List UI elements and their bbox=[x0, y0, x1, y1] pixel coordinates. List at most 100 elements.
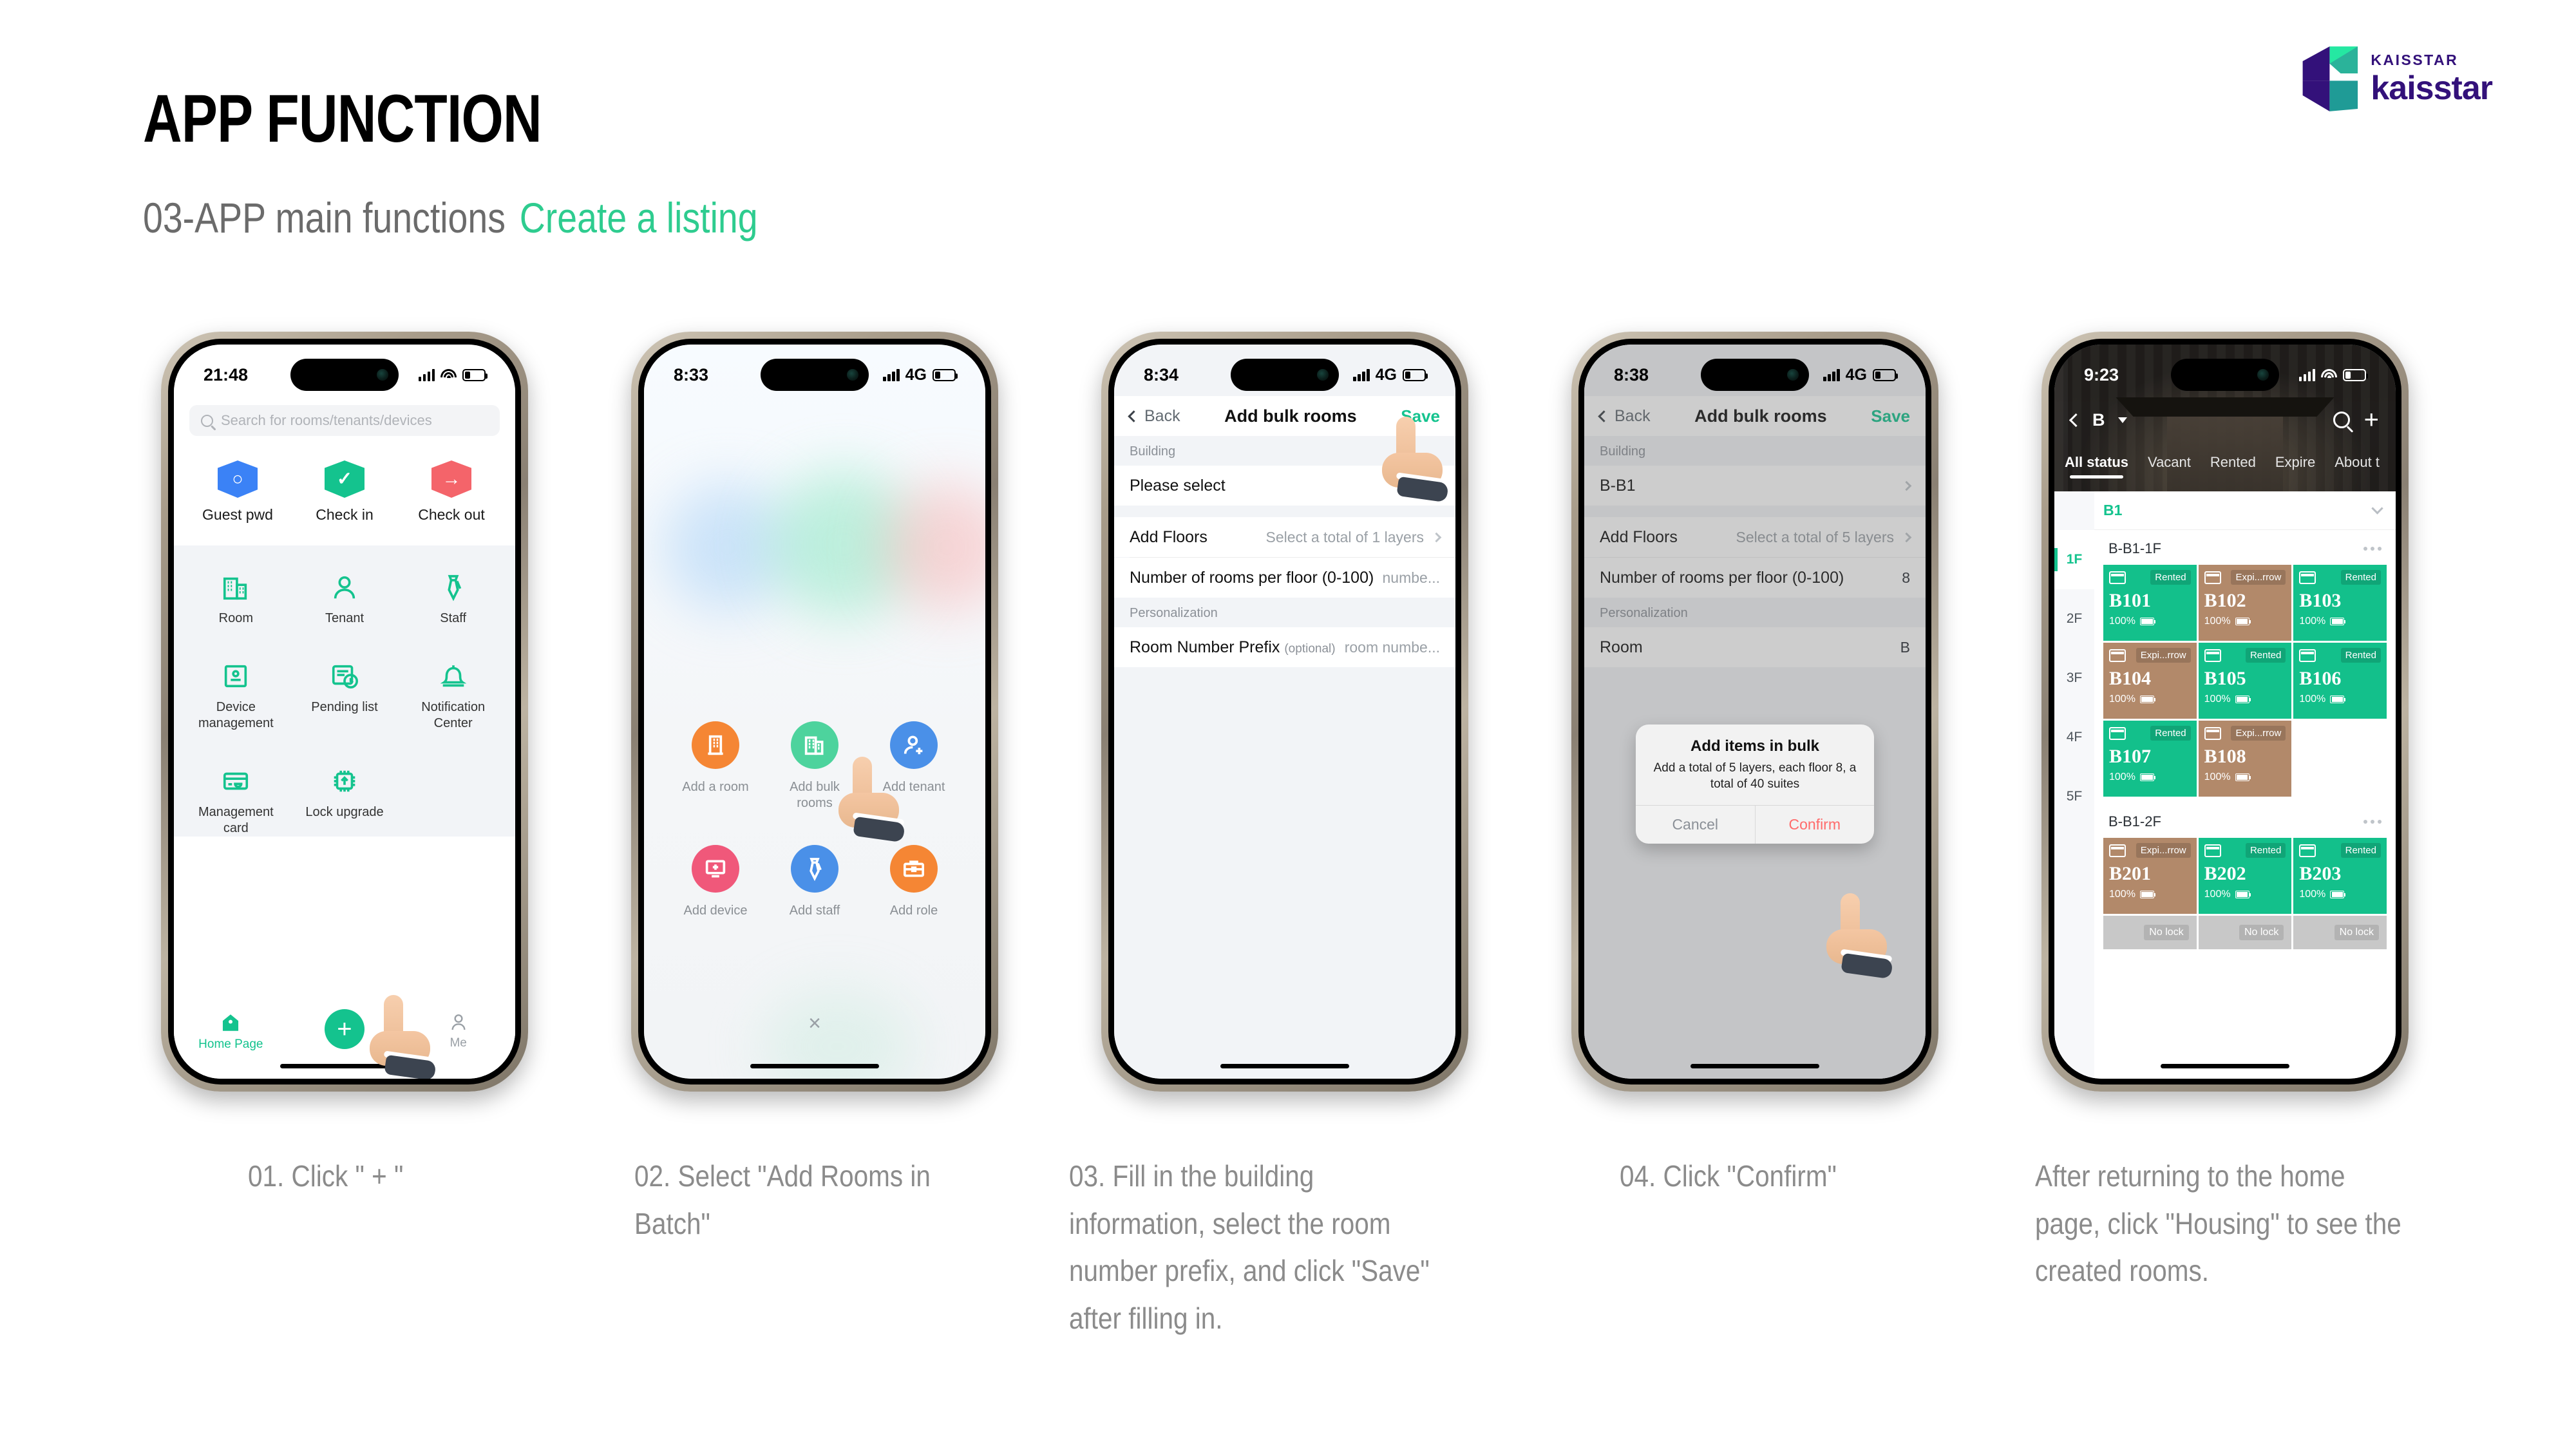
room-card[interactable]: Rented B107 100% bbox=[2103, 721, 2197, 797]
quick-action-guest-pwd[interactable]: ○ Guest pwd bbox=[189, 460, 286, 524]
add-card-icon[interactable] bbox=[2109, 844, 2126, 857]
room-card[interactable]: Expi...rrow B104 100% bbox=[2103, 643, 2197, 719]
sidebar-floor-4f[interactable]: 4F bbox=[2054, 708, 2094, 767]
action-add-role[interactable]: Add role bbox=[864, 845, 963, 919]
grid-item-tenant[interactable]: Tenant bbox=[290, 573, 399, 627]
chevron-down-icon[interactable] bbox=[2117, 417, 2127, 423]
device-add-icon bbox=[692, 845, 739, 893]
save-button[interactable]: Save bbox=[1401, 406, 1440, 426]
close-sheet-button[interactable]: × bbox=[644, 1011, 985, 1036]
sidebar-floor-2f[interactable]: 2F bbox=[2054, 589, 2094, 649]
no-lock-label: No lock bbox=[2144, 925, 2189, 940]
room-card[interactable]: Expi...rrow B102 100% bbox=[2198, 565, 2292, 641]
room-number: B202 bbox=[2204, 863, 2246, 884]
room-card[interactable]: Rented B105 100% bbox=[2198, 643, 2292, 719]
more-options-icon[interactable] bbox=[2363, 820, 2382, 824]
room-prefix-label: Room Number Prefix (optional) bbox=[1130, 638, 1336, 656]
add-card-icon[interactable] bbox=[2204, 649, 2221, 662]
add-card-icon[interactable] bbox=[2204, 844, 2221, 857]
grid-item-pending-list[interactable]: Pending list bbox=[290, 661, 399, 732]
grid-label: Lock upgrade bbox=[305, 805, 384, 819]
action-label: Add role bbox=[889, 904, 938, 918]
add-card-icon[interactable] bbox=[2299, 844, 2316, 857]
room-card[interactable]: Expi...rrow B108 100% bbox=[2198, 721, 2292, 797]
add-card-icon[interactable] bbox=[2109, 726, 2126, 740]
rooms-per-floor-label: Number of rooms per floor (0-100) bbox=[1130, 568, 1374, 587]
network-label: 4G bbox=[1375, 365, 1397, 384]
quick-label: Check in bbox=[316, 506, 374, 523]
back-button[interactable]: Back bbox=[1128, 407, 1180, 426]
battery-icon bbox=[933, 368, 958, 381]
quick-action-check-out[interactable]: → Check out bbox=[403, 460, 500, 524]
grid-item-management-card[interactable]: Management card bbox=[182, 766, 290, 837]
more-options-icon[interactable] bbox=[2363, 547, 2382, 551]
room-number: B103 bbox=[2299, 590, 2342, 611]
add-card-icon[interactable] bbox=[2109, 571, 2126, 584]
add-card-icon[interactable] bbox=[2204, 726, 2221, 740]
tab-all-status[interactable]: All status bbox=[2065, 454, 2128, 478]
add-card-icon[interactable] bbox=[2299, 571, 2316, 584]
search-icon[interactable] bbox=[2333, 412, 2350, 428]
chevron-right-icon bbox=[1431, 480, 1442, 491]
section-building: Building bbox=[1114, 436, 1455, 466]
quick-action-check-in[interactable]: ✓ Check in bbox=[296, 460, 393, 524]
status-time-4: 8:38 bbox=[1614, 365, 1649, 384]
room-prefix-row[interactable]: Room Number Prefix (optional) room numbe… bbox=[1114, 627, 1455, 667]
room-number: B102 bbox=[2204, 590, 2246, 611]
room-card[interactable]: Rented B106 100% bbox=[2293, 643, 2387, 719]
rooms-content: 1F 2F 3F 4F 5F B1 B-B1-1F Rented B101 10… bbox=[2054, 491, 2396, 1079]
tab-label: Home Page bbox=[198, 1037, 263, 1051]
add-card-icon[interactable] bbox=[2109, 649, 2126, 662]
tab-add-button[interactable]: + bbox=[299, 1009, 390, 1049]
tab-vacant[interactable]: Vacant bbox=[2148, 454, 2191, 478]
search-input[interactable]: Search for rooms/tenants/devices bbox=[189, 405, 500, 436]
plus-icon[interactable]: + bbox=[2364, 407, 2379, 433]
add-card-icon[interactable] bbox=[2299, 649, 2316, 662]
room-card[interactable]: Rented B202 100% bbox=[2198, 838, 2292, 914]
grid-item-staff[interactable]: Staff bbox=[399, 573, 507, 627]
caption-step-4: 04. Click "Confirm" bbox=[1620, 1159, 1837, 1193]
tab-expire[interactable]: Expire bbox=[2275, 454, 2315, 478]
caption-step-2: 02. Select "Add Rooms in Batch" bbox=[634, 1159, 931, 1240]
chevron-left-icon bbox=[1128, 410, 1140, 422]
action-add-tenant[interactable]: Add tenant bbox=[864, 721, 963, 811]
building-select-row[interactable]: Please select bbox=[1114, 466, 1455, 506]
tab-me[interactable]: Me bbox=[413, 1012, 504, 1050]
room-card[interactable]: Expi...rrow B201 100% bbox=[2103, 838, 2197, 914]
phone-mockup-4: Back Add bulk rooms Save Building B-B1 A… bbox=[1571, 332, 1938, 1092]
tab-home-page[interactable]: Home Page bbox=[185, 1012, 276, 1052]
room-card[interactable]: Rented B203 100% bbox=[2293, 838, 2387, 914]
rooms-per-floor-row[interactable]: Number of rooms per floor (0-100) numbe.… bbox=[1114, 558, 1455, 598]
confirm-button[interactable]: Confirm bbox=[1756, 806, 1875, 844]
room-card[interactable]: Rented B101 100% bbox=[2103, 565, 2197, 641]
grid-item-notification-center[interactable]: Notification Center bbox=[399, 661, 507, 732]
person-add-icon bbox=[890, 721, 938, 769]
tab-about[interactable]: About t bbox=[2334, 454, 2380, 478]
rooms-per-floor-input[interactable]: numbe... bbox=[1383, 569, 1441, 587]
action-add-bulk-rooms[interactable]: Add bulk rooms bbox=[765, 721, 864, 811]
add-floors-row[interactable]: Add Floors Select a total of 1 layers bbox=[1114, 517, 1455, 557]
home-screen: Search for rooms/tenants/devices ○ Guest… bbox=[174, 345, 515, 1079]
sidebar-floor-5f[interactable]: 5F bbox=[2054, 767, 2094, 826]
battery-icon bbox=[2139, 618, 2155, 625]
add-card-icon[interactable] bbox=[2204, 571, 2221, 584]
grid-item-room[interactable]: Room bbox=[182, 573, 290, 627]
cancel-button[interactable]: Cancel bbox=[1636, 806, 1756, 844]
action-add-staff[interactable]: Add staff bbox=[765, 845, 864, 919]
sidebar-floor-1f[interactable]: 1F bbox=[2054, 530, 2094, 589]
room-prefix-input[interactable]: room numbe... bbox=[1345, 639, 1440, 656]
sidebar-floor-3f[interactable]: 3F bbox=[2054, 649, 2094, 708]
action-add-device[interactable]: Add device bbox=[666, 845, 765, 919]
back-icon[interactable] bbox=[2069, 413, 2083, 427]
tab-rented[interactable]: Rented bbox=[2210, 454, 2256, 478]
action-add-a-room[interactable]: Add a room bbox=[666, 721, 765, 811]
status-time-5: 9:23 bbox=[2084, 365, 2119, 384]
room-card[interactable]: Rented B103 100% bbox=[2293, 565, 2387, 641]
building-name[interactable]: B bbox=[2092, 410, 2105, 430]
dialog-message: Add a total of 5 layers, each floor 8, a… bbox=[1653, 761, 1857, 791]
grid-item-device-management[interactable]: Device management bbox=[182, 661, 290, 732]
plus-fab-icon[interactable]: + bbox=[324, 1009, 365, 1049]
grid-item-lock-upgrade[interactable]: Lock upgrade bbox=[290, 766, 399, 837]
building-group-header[interactable]: B1 bbox=[2094, 491, 2396, 530]
add-floors-label: Add Floors bbox=[1130, 527, 1208, 546]
